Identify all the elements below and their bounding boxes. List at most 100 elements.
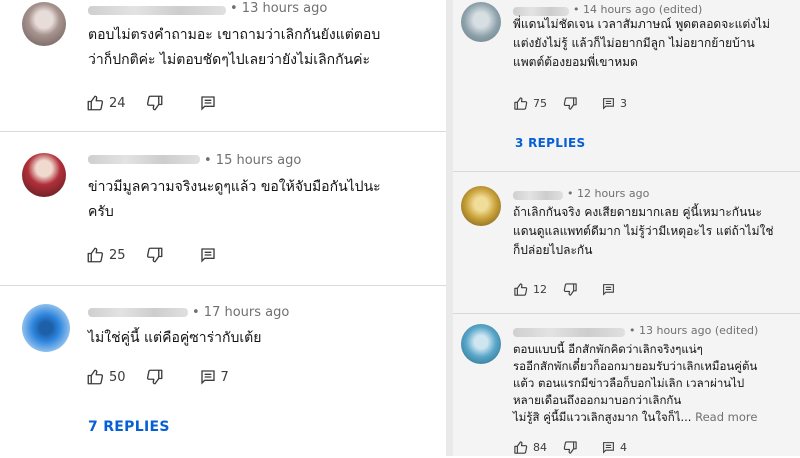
avatar[interactable]: [22, 304, 70, 352]
dislike-button[interactable]: [563, 96, 578, 111]
author-name[interactable]: [513, 191, 563, 200]
comment-text-line: ก็ปล่อยไปละกัน: [513, 243, 593, 257]
dislike-button[interactable]: [146, 94, 164, 112]
reply-count: 4: [620, 440, 627, 454]
comment-text-line: ไม่ใช่คู่นี้ แต่คือคู่ซาร่ากับเต้ย: [88, 330, 262, 346]
like-button[interactable]: 25: [86, 246, 126, 264]
comment-text-line: ข่าวมีมูลความจริงนะดูๆแล้ว ขอให้จับมือกั…: [88, 179, 381, 195]
avatar[interactable]: [461, 324, 501, 364]
dislike-button[interactable]: [563, 282, 578, 297]
author-name[interactable]: [513, 328, 625, 337]
comment-text-line: แพตต์ต้องยอมพี่เขาหมด: [513, 55, 638, 69]
like-count: 12: [533, 282, 547, 296]
thumbs-up-icon: [514, 96, 528, 110]
comment-actions: 84 4: [513, 436, 643, 458]
read-more-link[interactable]: Read more: [695, 410, 757, 424]
thumbs-down-icon: [146, 247, 162, 263]
comment-time: • 13 hours ago: [230, 1, 328, 16]
like-button[interactable]: 84: [513, 440, 547, 455]
thumbs-up-icon: [87, 247, 104, 263]
like-button[interactable]: 24: [86, 94, 126, 112]
reply-count: 3: [620, 96, 627, 110]
comment-thread: • 14 hours ago (edited) พี่แดนไม่ชัดเจน …: [453, 0, 800, 170]
comment-text-line: แดนดูแลแพทต์ดีมาก ไม่รู้ว่ามีเหตุอะไร แต…: [513, 224, 774, 238]
thumbs-up-icon: [87, 95, 104, 111]
thumbs-down-icon: [146, 95, 162, 111]
reply-button[interactable]: [200, 247, 216, 263]
comment-thread: • 13 hours ago (edited) ตอบแบบนี้ อีกสัก…: [453, 314, 800, 456]
comment-thread: • 13 hours ago ตอบไม่ตรงคำถามอะ เขาถามว่…: [0, 0, 446, 130]
like-button[interactable]: 75: [513, 96, 547, 111]
thumbs-down-icon: [563, 440, 577, 454]
comment-thread: • 17 hours ago ไม่ใช่คู่นี้ แต่คือคู่ซาร…: [0, 286, 446, 456]
reply-count: 7: [220, 369, 229, 385]
reply-button[interactable]: 3: [602, 97, 627, 110]
comment-text-line: รออีกสักพักเดี๋ยวก็ออกมายอมรับว่าเลิกเหม…: [513, 359, 758, 373]
avatar[interactable]: [461, 186, 501, 226]
comment-icon: [603, 441, 614, 454]
dislike-button[interactable]: [146, 246, 164, 264]
thumbs-down-icon: [563, 96, 577, 110]
comment-text-line: ตอบแบบนี้ อีกสักพักคิดว่าเลิกจริงๆแน่ๆ: [513, 342, 703, 356]
comment-text: ตอบไม่ตรงคำถามอะ เขาถามว่าเลิกกันยังแต่ต…: [88, 23, 380, 73]
right-comment-column: • 14 hours ago (edited) พี่แดนไม่ชัดเจน …: [453, 0, 800, 456]
thumbs-down-icon: [146, 369, 162, 385]
author-name[interactable]: [88, 6, 226, 15]
avatar[interactable]: [22, 153, 66, 197]
left-comment-column: • 13 hours ago ตอบไม่ตรงคำถามอะ เขาถามว่…: [0, 0, 446, 456]
comment-time: • 13 hours ago (edited): [629, 324, 759, 337]
view-replies-button[interactable]: 3 REPLIES: [515, 136, 585, 150]
comment-text-line: ไม่รู้สิ คู่นี้มีแววเลิกสูงมาก ในใจก็ไ..…: [513, 409, 757, 426]
comment-text: ถ้าเลิกกันจริง คงเสียดายมากเลย คู่นี้เหม…: [513, 203, 774, 260]
like-count: 25: [109, 247, 126, 263]
comment-actions: 24: [86, 92, 236, 114]
comment-text-tail: ไม่รู้สิ คู่นี้มีแววเลิกสูงมาก ในใจก็ไ..…: [513, 410, 692, 424]
reply-button[interactable]: 4: [602, 441, 627, 454]
comment-time: • 15 hours ago: [204, 153, 302, 168]
comment-text: ตอบแบบนี้ อีกสักพักคิดว่าเลิกจริงๆแน่ๆ ร…: [513, 341, 757, 426]
comment-text-line: พี่แดนไม่ชัดเจน เวลาสัมภาษณ์ พูดตลอดจะแต…: [513, 17, 771, 31]
comment-text-line: ครับ: [88, 204, 114, 220]
like-count: 50: [109, 369, 126, 385]
column-divider: [446, 0, 453, 456]
comment-time: • 17 hours ago: [192, 305, 290, 320]
avatar[interactable]: [461, 2, 501, 42]
like-count: 75: [533, 96, 547, 110]
comment-icon: [603, 97, 614, 110]
comment-text-line: ตอบไม่ตรงคำถามอะ เขาถามว่าเลิกกันยังแต่ต…: [88, 27, 381, 43]
comment-actions: 50 7: [86, 366, 249, 388]
comment-thread: • 12 hours ago ถ้าเลิกกันจริง คงเสียดายม…: [453, 172, 800, 312]
reply-button[interactable]: [602, 283, 615, 296]
thumbs-up-icon: [514, 440, 528, 454]
author-name[interactable]: [88, 308, 188, 317]
author-name[interactable]: [88, 155, 200, 164]
thumbs-down-icon: [563, 282, 577, 296]
reply-button[interactable]: [200, 95, 216, 111]
comment-actions: 25: [86, 244, 236, 266]
comment-actions: 75 3: [513, 92, 643, 114]
comment-text: ไม่ใช่คู่นี้ แต่คือคู่ซาร่ากับเต้ย: [88, 326, 261, 351]
comment-icon: [603, 283, 614, 296]
comment-text-line: แต่งยังไม่รู้ แล้วก็ไม่อยากมีลูก ไม่อยาก…: [513, 36, 755, 50]
like-button[interactable]: 12: [513, 282, 547, 297]
comment-icon: [200, 96, 215, 111]
comment-text-line: หลายเดือนถึงออกมาบอกว่าเลิกกัน: [513, 393, 682, 407]
like-button[interactable]: 50: [86, 368, 126, 386]
comment-text-line: แต้ว ตอนแรกมีข่าวลือก็บอกไม่เลิก เวลาผ่า…: [513, 376, 745, 390]
comment-text-line: ถ้าเลิกกันจริง คงเสียดายมากเลย คู่นี้เหม…: [513, 205, 762, 219]
comment-text-line: ว่าก็ปกติค่ะ ไม่ตอบชัดๆไปเลยว่ายังไม่เลิ…: [88, 52, 371, 68]
thumbs-up-icon: [87, 369, 104, 385]
comment-time: • 12 hours ago: [567, 187, 650, 200]
comment-text: ข่าวมีมูลความจริงนะดูๆแล้ว ขอให้จับมือกั…: [88, 175, 381, 225]
like-count: 84: [533, 440, 547, 454]
avatar[interactable]: [22, 2, 66, 46]
dislike-button[interactable]: [146, 368, 164, 386]
comment-icon: [200, 370, 215, 385]
comment-actions: 12: [513, 278, 631, 300]
like-count: 24: [109, 95, 126, 111]
dislike-button[interactable]: [563, 440, 578, 455]
comment-thread: • 15 hours ago ข่าวมีมูลความจริงนะดูๆแล้…: [0, 132, 446, 284]
reply-button[interactable]: 7: [200, 369, 229, 385]
thumbs-up-icon: [514, 282, 528, 296]
view-replies-button[interactable]: 7 REPLIES: [88, 419, 170, 435]
